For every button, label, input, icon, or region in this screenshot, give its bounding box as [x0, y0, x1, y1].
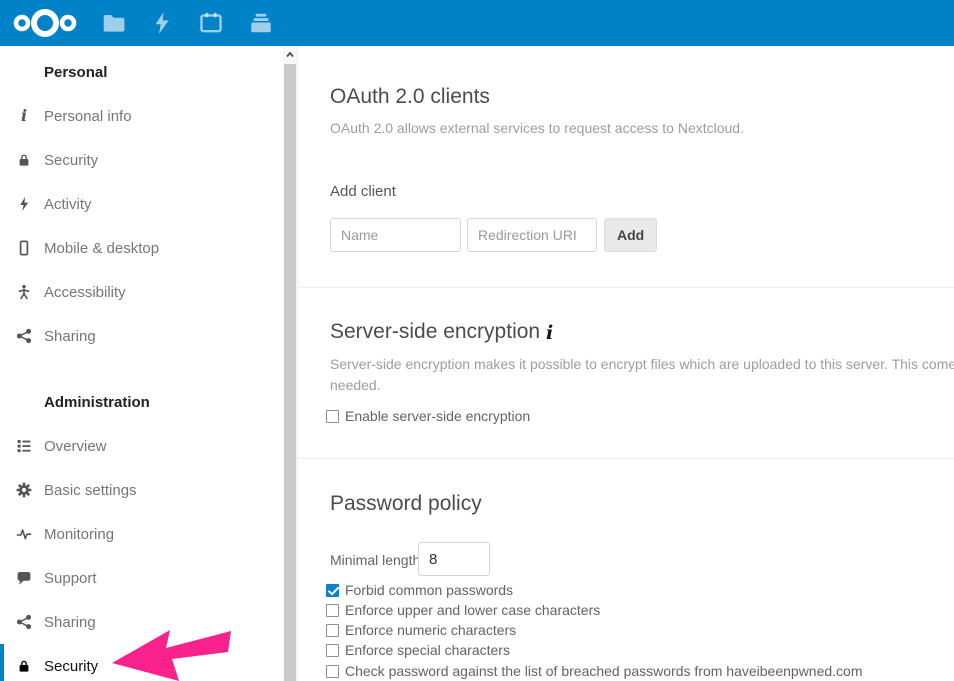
share-icon: [16, 328, 32, 344]
enforce-special-checkbox[interactable]: [326, 644, 339, 657]
lightning-icon: [16, 196, 32, 212]
sidebar-item-overview[interactable]: Overview: [0, 424, 283, 468]
sidebar-item-monitoring[interactable]: Monitoring: [0, 512, 283, 556]
minimal-length-label: Minimal length: [330, 552, 420, 568]
sidebar-item-security-personal[interactable]: Security: [0, 138, 283, 182]
add-client-label: Add client: [330, 183, 396, 200]
mobile-icon: [16, 240, 32, 256]
section-label: Administration: [44, 394, 150, 411]
policy-checkbox-row: Enforce numeric characters: [326, 620, 516, 640]
encryption-description-line1: Server-side encryption makes it possible…: [330, 356, 954, 372]
enforce-upper-lower-checkbox[interactable]: [326, 604, 339, 617]
sidebar-section-personal: Personal: [0, 50, 283, 94]
sidebar-item-security-admin-active[interactable]: Security: [0, 644, 283, 681]
calendar-app-icon[interactable]: [198, 10, 224, 36]
monitoring-icon: [16, 526, 32, 542]
settings-sidebar: Personal i Personal info Security Activi…: [0, 46, 283, 681]
lock-icon: [16, 658, 32, 674]
list-icon: [16, 438, 32, 454]
section-divider: [299, 287, 954, 288]
policy-checkbox-row: Enforce special characters: [326, 640, 510, 660]
top-header-bar: [0, 0, 954, 46]
sidebar-item-basic-settings[interactable]: Basic settings: [0, 468, 283, 512]
sidebar-item-accessibility[interactable]: Accessibility: [0, 270, 283, 314]
minimal-length-input[interactable]: [418, 542, 490, 576]
password-policy-section-title: Password policy: [330, 491, 482, 517]
sidebar-section-gap: [0, 358, 283, 380]
info-icon: i: [16, 108, 32, 124]
sidebar-item-personal-info[interactable]: i Personal info: [0, 94, 283, 138]
sidebar-section-administration: Administration: [0, 380, 283, 424]
add-client-button[interactable]: Add: [604, 218, 657, 252]
client-name-input[interactable]: [330, 218, 461, 252]
oauth-section-description: OAuth 2.0 allows external services to re…: [330, 120, 744, 136]
gear-icon: [16, 482, 32, 498]
sidebar-scrollbar[interactable]: [283, 46, 297, 681]
policy-checkbox-row: Enforce upper and lower case characters: [326, 600, 600, 620]
sidebar-item-activity[interactable]: Activity: [0, 182, 283, 226]
deck-app-icon[interactable]: [248, 10, 274, 36]
section-divider: [299, 458, 954, 459]
accessibility-icon: [16, 284, 32, 300]
activity-app-lightning-icon[interactable]: [149, 10, 175, 36]
oauth-section-title: OAuth 2.0 clients: [330, 84, 490, 110]
sidebar-item-sharing-personal[interactable]: Sharing: [0, 314, 283, 358]
sidebar-item-sharing-admin[interactable]: Sharing: [0, 600, 283, 644]
encryption-info-icon[interactable]: i: [546, 322, 553, 344]
security-settings-content: OAuth 2.0 clients OAuth 2.0 allows exter…: [298, 46, 954, 681]
redirection-uri-input[interactable]: [467, 218, 597, 252]
lock-icon: [16, 152, 32, 168]
forbid-common-passwords-checkbox[interactable]: [326, 584, 339, 597]
enable-encryption-row: Enable server-side encryption: [326, 406, 530, 426]
enable-encryption-checkbox[interactable]: [326, 410, 339, 423]
policy-checkbox-row: Check password against the list of breac…: [326, 661, 863, 681]
encryption-description-line2: needed.: [330, 377, 381, 393]
files-app-folder-icon[interactable]: [101, 10, 127, 36]
section-label: Personal: [44, 64, 107, 81]
scrollbar-thumb[interactable]: [284, 64, 296, 681]
policy-checkbox-row: Forbid common passwords: [326, 580, 513, 600]
nextcloud-settings-page: Personal i Personal info Security Activi…: [0, 0, 954, 681]
check-breached-passwords-checkbox[interactable]: [326, 665, 339, 678]
nextcloud-logo-icon[interactable]: [12, 8, 78, 38]
share-icon: [16, 614, 32, 630]
support-chat-icon: [16, 570, 32, 586]
sidebar-item-support[interactable]: Support: [0, 556, 283, 600]
sidebar-item-mobile-desktop[interactable]: Mobile & desktop: [0, 226, 283, 270]
enforce-numeric-checkbox[interactable]: [326, 624, 339, 637]
encryption-section-title: Server-side encryption: [330, 319, 540, 345]
chevron-up-icon[interactable]: [283, 46, 297, 63]
